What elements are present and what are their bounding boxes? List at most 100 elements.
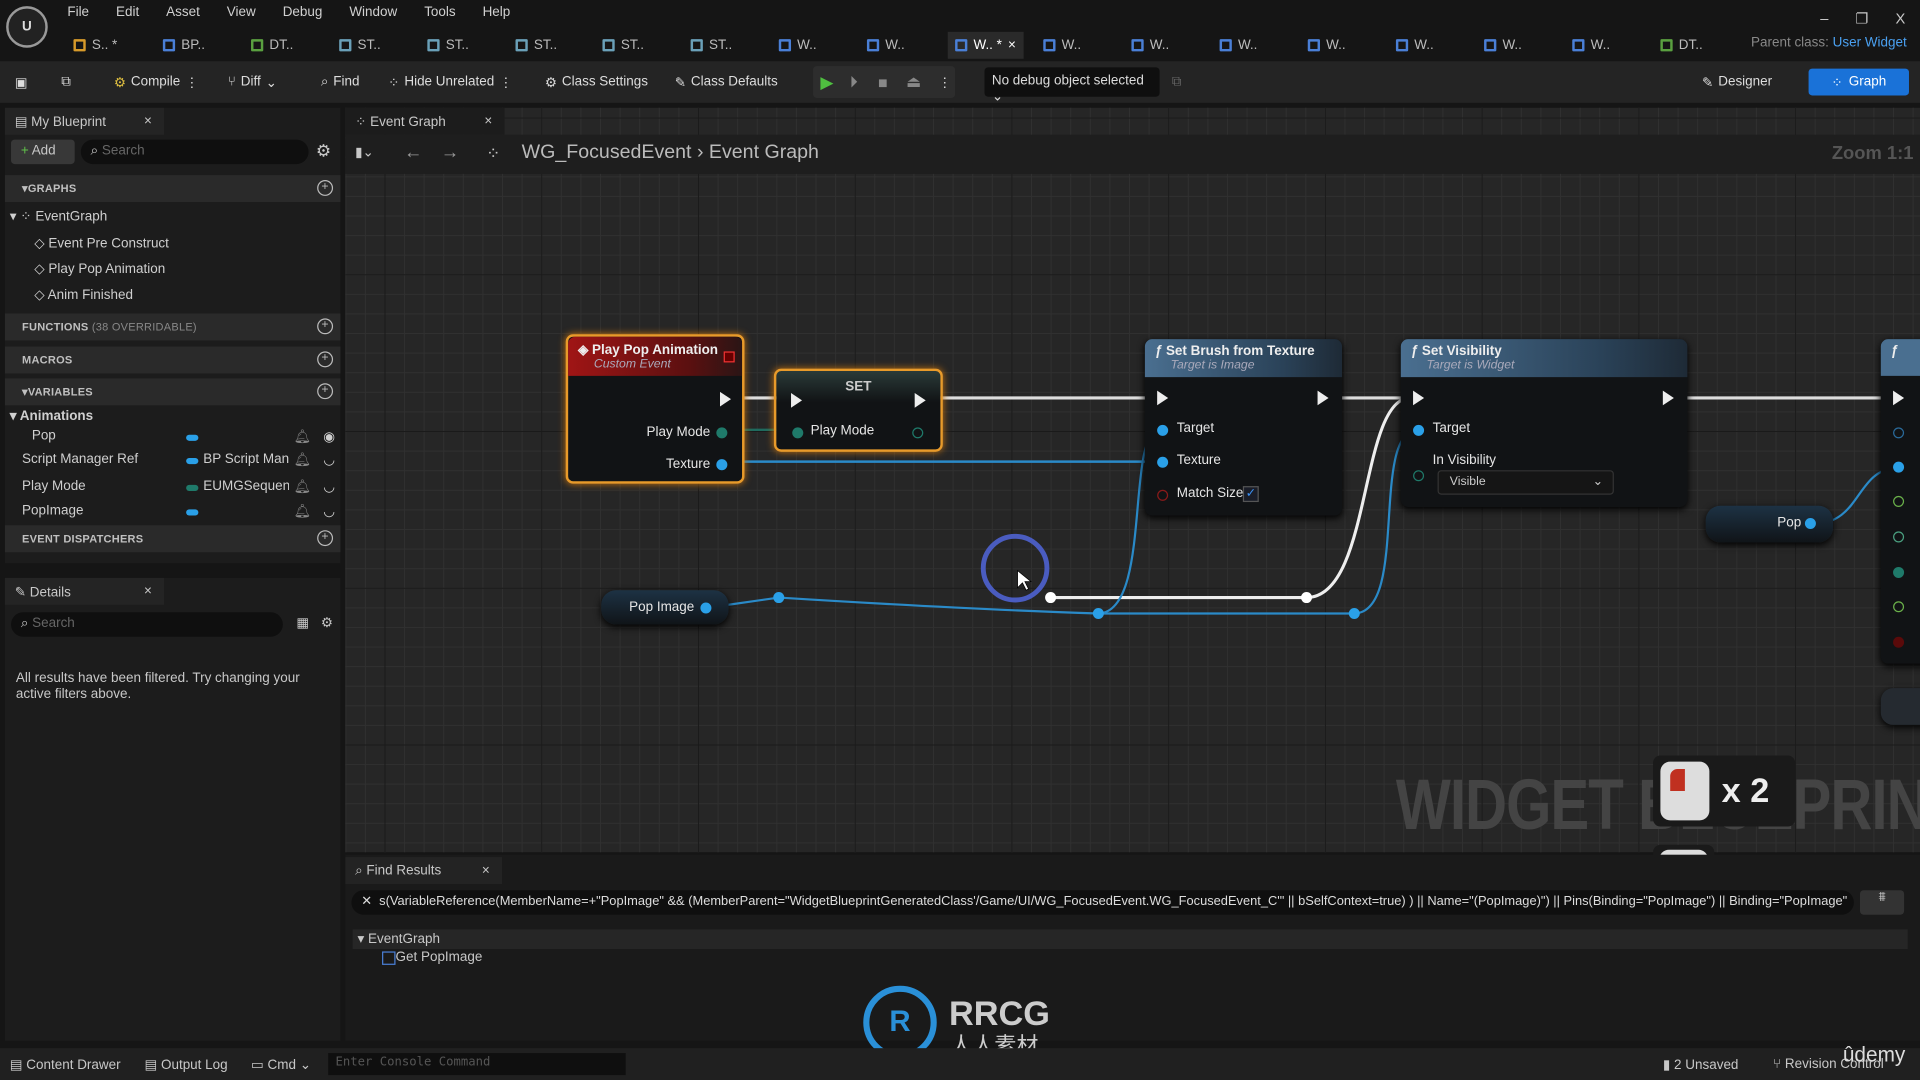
pin-label: Play Mode	[646, 424, 711, 440]
pin-label: Play Mode	[810, 423, 875, 439]
reroute-node	[1045, 592, 1057, 604]
node-subtitle: Target is Image	[1170, 358, 1255, 373]
set-brush-from-texture-node[interactable]: ƒ Set Brush from Texture Target is Image …	[1144, 339, 1343, 516]
unsaved-label: 2 Unsaved	[1674, 1057, 1739, 1073]
variable-get-icon	[382, 950, 396, 965]
cmd-label: Cmd	[267, 1057, 296, 1073]
node-header: ƒ Set Visibility Target is Widget	[1400, 339, 1688, 378]
find-result-label: Get PopImage	[395, 950, 483, 965]
clear-search-icon[interactable]: ✕	[361, 894, 372, 909]
pin-label: Match Size	[1176, 486, 1244, 501]
unsaved-icon: ▮	[1662, 1057, 1671, 1073]
pin-label: In Visibility	[1432, 453, 1497, 468]
find-group-label: EventGraph	[368, 931, 440, 947]
function-icon: ƒ	[1880, 339, 1920, 376]
node-header: ◈ Play Pop Animation Custom Event	[568, 336, 743, 376]
set-play-mode-node[interactable]: SET Play Mode	[773, 368, 943, 452]
pin[interactable]	[1893, 566, 1905, 578]
pin-label: Texture	[666, 456, 711, 472]
exec-out-pin[interactable]	[1317, 390, 1329, 406]
pin[interactable]	[1893, 495, 1905, 507]
content-drawer-button[interactable]: ▤ Content Drawer	[10, 1057, 121, 1073]
exec-in-pin[interactable]	[791, 393, 803, 408]
find-results-title: Find Results	[366, 863, 442, 878]
mouse-left-click-icon	[1660, 761, 1710, 821]
texture-pin[interactable]	[716, 459, 728, 471]
find-query-input[interactable]: ✕ s(VariableReference(MemberName=+"PopIm…	[351, 890, 1854, 915]
target-pin[interactable]	[1157, 424, 1169, 436]
unsaved-button[interactable]: ▮ 2 Unsaved	[1663, 1057, 1739, 1073]
find-group-eventgraph[interactable]: ▾ EventGraph	[352, 929, 1908, 949]
node-label: Pop Image	[629, 600, 695, 615]
exec-out-pin[interactable]	[720, 391, 732, 407]
output-log-icon: ▤	[144, 1057, 158, 1073]
reroute-node	[1092, 607, 1104, 619]
console-placeholder: Enter Console Command	[335, 1055, 491, 1069]
play-mode-in-pin[interactable]	[792, 427, 804, 439]
find-result-item[interactable]: Get PopImage	[382, 950, 482, 965]
reroute-node	[1301, 592, 1313, 604]
find-query-text: s(VariableReference(MemberName=+"PopImag…	[379, 893, 1848, 909]
pin[interactable]	[1893, 601, 1905, 613]
exec-in-pin[interactable]	[1157, 390, 1169, 406]
click-count: x 2	[1721, 771, 1770, 810]
visibility-dropdown[interactable]: Visible ⌄	[1437, 470, 1614, 495]
match-size-pin[interactable]	[1157, 489, 1169, 501]
node-header: ƒ Set Brush from Texture Target is Image	[1144, 339, 1343, 378]
node-title: Play Pop Animation	[592, 342, 719, 358]
node-subtitle: Custom Event	[593, 357, 671, 372]
pin-label: Target	[1432, 421, 1471, 436]
delegate-pin-icon[interactable]	[723, 351, 735, 363]
reroute-node	[773, 592, 785, 604]
reroute-node	[1348, 607, 1360, 619]
function-icon: ƒ	[1154, 344, 1163, 359]
click-indicator	[980, 533, 1050, 603]
mouse-cursor	[1017, 569, 1033, 591]
pin-label: Target	[1176, 421, 1215, 436]
pop-getter-node[interactable]: Pop	[1705, 505, 1834, 543]
pin-label: Texture	[1176, 453, 1221, 468]
find-results-tab[interactable]: ⌕ Find Results ×	[345, 857, 503, 885]
node-label: Pop	[1777, 515, 1802, 531]
search-icon: ⌕	[355, 863, 363, 878]
output-log-label: Output Log	[160, 1057, 228, 1073]
console-command-input[interactable]: Enter Console Command	[328, 1053, 626, 1076]
exec-out-pin[interactable]	[914, 393, 926, 408]
target-pin[interactable]	[1413, 424, 1425, 436]
set-visibility-node[interactable]: ƒ Set Visibility Target is Widget Target …	[1400, 339, 1688, 507]
terminal-icon: ▭	[251, 1057, 264, 1073]
close-tab-icon[interactable]: ×	[482, 863, 490, 878]
play-mode-pin[interactable]	[716, 427, 728, 439]
pin[interactable]	[1893, 427, 1905, 439]
function-icon: ƒ	[1410, 344, 1419, 359]
pop-image-getter-node[interactable]: Pop Image	[601, 590, 729, 625]
udemy-watermark: ûdemy	[1842, 1043, 1906, 1067]
output-log-button[interactable]: ▤ Output Log	[144, 1057, 227, 1073]
offscreen-node[interactable]	[1880, 688, 1920, 725]
content-drawer-icon: ▤	[9, 1057, 23, 1073]
match-size-checkbox[interactable]: ✓	[1242, 486, 1259, 503]
revision-control-icon: ⑂	[1773, 1056, 1782, 1072]
pin[interactable]	[1893, 461, 1905, 473]
pop-image-wire	[710, 596, 1355, 615]
play-pop-animation-node[interactable]: ◈ Play Pop Animation Custom Event Play Mo…	[565, 334, 745, 484]
pop-out-pin[interactable]	[1804, 517, 1816, 529]
content-drawer-label: Content Drawer	[26, 1057, 121, 1073]
in-visibility-pin[interactable]	[1413, 470, 1425, 482]
node-subtitle: Target is Widget	[1426, 358, 1515, 373]
play-mode-out-pin[interactable]	[912, 427, 924, 439]
find-in-all-blueprints-button[interactable]: ⩩	[1860, 890, 1905, 915]
node-title: Set Brush from Texture	[1165, 344, 1315, 359]
offscreen-function-node[interactable]: ƒ	[1880, 339, 1920, 664]
pin[interactable]	[1893, 636, 1905, 648]
pin[interactable]	[1893, 531, 1905, 543]
pop-image-out-pin[interactable]	[700, 602, 712, 614]
exec-in-pin[interactable]	[1413, 390, 1425, 406]
binoculars-icon: ⩩	[1878, 890, 1886, 905]
visibility-value: Visible	[1449, 475, 1486, 489]
node-title: Set Visibility	[1421, 344, 1502, 359]
exec-in-pin[interactable]	[1893, 390, 1905, 406]
cmd-dropdown[interactable]: ▭ Cmd ⌄	[251, 1057, 311, 1073]
texture-pin[interactable]	[1157, 456, 1169, 468]
exec-out-pin[interactable]	[1662, 390, 1674, 406]
